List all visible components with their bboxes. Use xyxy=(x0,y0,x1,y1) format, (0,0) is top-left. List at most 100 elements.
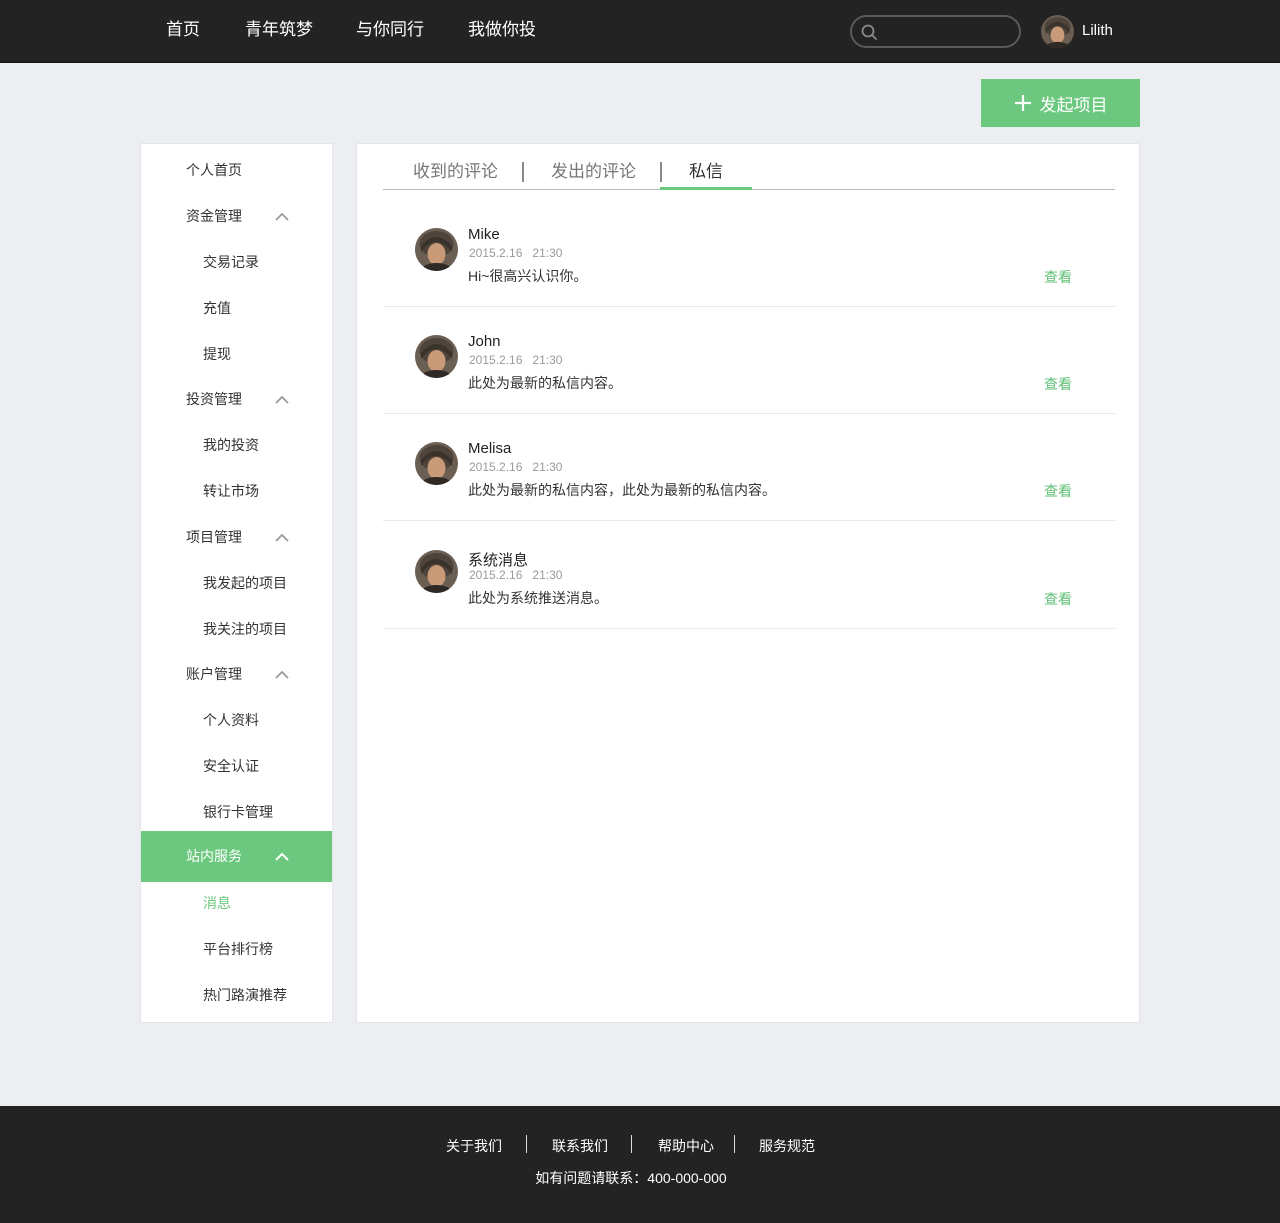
tab-bar: 收到的评论 发出的评论 私信 xyxy=(383,144,1115,190)
sender-name[interactable]: 系统消息 xyxy=(468,549,528,570)
tab-divider xyxy=(660,162,662,182)
sidebar-item-transfer-market[interactable]: 转让市场 xyxy=(141,468,332,514)
sidebar-item-platform-ranking[interactable]: 平台排行榜 xyxy=(141,926,332,972)
message-time: 2015.2.16 21:30 xyxy=(469,460,562,474)
messages-panel: 收到的评论 发出的评论 私信 Mike 2015.2.16 21:30 Hi~很… xyxy=(356,143,1140,1023)
search-box[interactable] xyxy=(850,15,1021,48)
sidebar-item-label: 我发起的项目 xyxy=(203,575,287,591)
avatar[interactable] xyxy=(1041,15,1074,48)
active-tab-indicator xyxy=(660,187,752,190)
sender-name[interactable]: John xyxy=(468,333,501,350)
chevron-up-icon xyxy=(274,376,290,422)
sidebar-item-profile[interactable]: 个人资料 xyxy=(141,697,332,743)
nav-item-youth-dream[interactable]: 青年筑梦 xyxy=(245,19,313,41)
footer-link-contact[interactable]: 联系我们 xyxy=(552,1136,608,1156)
sidebar-item-transactions[interactable]: 交易记录 xyxy=(141,239,332,285)
sidebar-item-label: 账户管理 xyxy=(186,666,242,682)
sidebar-item-followed-projects[interactable]: 我关注的项目 xyxy=(141,606,332,652)
view-message-link[interactable]: 查看 xyxy=(1044,374,1072,394)
message-content: Hi~很高兴认识你。 xyxy=(468,268,588,284)
sidebar-item-security[interactable]: 安全认证 xyxy=(141,743,332,789)
search-input[interactable] xyxy=(882,21,1012,43)
footer-divider xyxy=(631,1135,632,1153)
avatar[interactable] xyxy=(415,550,458,593)
sidebar-item-label: 安全认证 xyxy=(203,758,259,774)
sidebar-item-label: 银行卡管理 xyxy=(203,804,273,820)
avatar[interactable] xyxy=(415,335,458,378)
sidebar-item-label: 热门路演推荐 xyxy=(203,987,287,1003)
sidebar-group-funds[interactable]: 资金管理 xyxy=(141,193,332,239)
message-date: 2015.2.16 xyxy=(469,353,523,367)
footer: 关于我们 联系我们 帮助中心 服务规范 如有问题请联系：400-000-000 xyxy=(0,1106,1280,1223)
sidebar-item-label: 提现 xyxy=(203,346,231,362)
sidebar-item-bank-cards[interactable]: 银行卡管理 xyxy=(141,789,332,835)
tab-received-comments[interactable]: 收到的评论 xyxy=(413,161,498,183)
sidebar-group-projects[interactable]: 项目管理 xyxy=(141,514,332,560)
sidebar-item-label: 转让市场 xyxy=(203,483,259,499)
sidebar-item-label: 个人资料 xyxy=(203,712,259,728)
sidebar-item-label: 我的投资 xyxy=(203,437,259,453)
sidebar-group-account[interactable]: 账户管理 xyxy=(141,651,332,697)
sidebar-item-label: 我关注的项目 xyxy=(203,621,287,637)
chevron-up-icon xyxy=(274,193,290,239)
top-navbar: 首页 青年筑梦 与你同行 我做你投 Lilith xyxy=(0,0,1280,63)
message-clock: 21:30 xyxy=(532,568,563,582)
view-message-link[interactable]: 查看 xyxy=(1044,481,1072,501)
sender-avatar-icon xyxy=(415,228,458,271)
message-content: 此处为系统推送消息。 xyxy=(468,590,608,606)
list-item: Melisa 2015.2.16 21:30 此处为最新的私信内容，此处为最新的… xyxy=(383,414,1115,521)
sidebar-item-home[interactable]: 个人首页 xyxy=(141,147,332,193)
list-item: 系统消息 2015.2.16 21:30 此处为系统推送消息。 查看 xyxy=(383,521,1115,629)
sidebar-item-label: 充值 xyxy=(203,300,231,316)
sidebar-item-my-investments[interactable]: 我的投资 xyxy=(141,422,332,468)
sidebar-item-withdraw[interactable]: 提现 xyxy=(141,331,332,377)
message-clock: 21:30 xyxy=(532,353,563,367)
tab-private-messages[interactable]: 私信 xyxy=(689,161,723,183)
message-date: 2015.2.16 xyxy=(469,246,523,260)
sender-name[interactable]: Mike xyxy=(468,226,500,243)
message-date: 2015.2.16 xyxy=(469,568,523,582)
avatar[interactable] xyxy=(415,442,458,485)
plus-icon xyxy=(1014,95,1031,111)
nav-item-walk-with-you[interactable]: 与你同行 xyxy=(356,19,424,41)
message-content: 此处为最新的私信内容，此处为最新的私信内容。 xyxy=(468,482,776,498)
footer-contact: 如有问题请联系：400-000-000 xyxy=(535,1170,727,1186)
tab-divider xyxy=(522,162,524,182)
sidebar: 个人首页 资金管理 交易记录 充值 提现 投资管理 我的投资 转让市场 项目管理… xyxy=(140,143,333,1023)
sender-name[interactable]: Melisa xyxy=(468,440,511,457)
view-message-link[interactable]: 查看 xyxy=(1044,267,1072,287)
tab-sent-comments[interactable]: 发出的评论 xyxy=(551,161,636,183)
list-item: Mike 2015.2.16 21:30 Hi~很高兴认识你。 查看 xyxy=(383,200,1115,307)
user-name[interactable]: Lilith xyxy=(1082,22,1113,39)
footer-link-about[interactable]: 关于我们 xyxy=(446,1136,502,1156)
avatar[interactable] xyxy=(415,228,458,271)
message-clock: 21:30 xyxy=(532,460,563,474)
sidebar-item-label: 站内服务 xyxy=(186,848,242,864)
launch-project-button[interactable]: 发起项目 xyxy=(981,79,1140,127)
message-time: 2015.2.16 21:30 xyxy=(469,568,562,582)
sidebar-item-label: 消息 xyxy=(203,895,231,911)
sidebar-item-label: 个人首页 xyxy=(186,162,242,178)
launch-project-label: 发起项目 xyxy=(1039,95,1108,115)
sidebar-group-investment[interactable]: 投资管理 xyxy=(141,376,332,422)
nav-item-home[interactable]: 首页 xyxy=(166,19,200,41)
nav-item-i-do-you-invest[interactable]: 我做你投 xyxy=(468,19,536,41)
chevron-up-icon xyxy=(274,831,290,882)
sidebar-item-messages[interactable]: 消息 xyxy=(141,880,332,926)
chevron-up-icon xyxy=(274,514,290,560)
sidebar-group-site-services[interactable]: 站内服务 xyxy=(141,831,332,882)
search-icon xyxy=(861,24,877,40)
footer-link-terms[interactable]: 服务规范 xyxy=(759,1136,815,1156)
sidebar-item-my-launched-projects[interactable]: 我发起的项目 xyxy=(141,560,332,606)
message-time: 2015.2.16 21:30 xyxy=(469,353,562,367)
footer-divider xyxy=(734,1135,735,1153)
footer-link-help[interactable]: 帮助中心 xyxy=(658,1136,714,1156)
sidebar-item-label: 平台排行榜 xyxy=(203,941,273,957)
message-date: 2015.2.16 xyxy=(469,460,523,474)
view-message-link[interactable]: 查看 xyxy=(1044,589,1072,609)
chevron-up-icon xyxy=(274,651,290,697)
sender-avatar-icon xyxy=(415,550,458,593)
sidebar-item-recharge[interactable]: 充值 xyxy=(141,285,332,331)
sidebar-item-hot-roadshows[interactable]: 热门路演推荐 xyxy=(141,972,332,1018)
message-time: 2015.2.16 21:30 xyxy=(469,246,562,260)
